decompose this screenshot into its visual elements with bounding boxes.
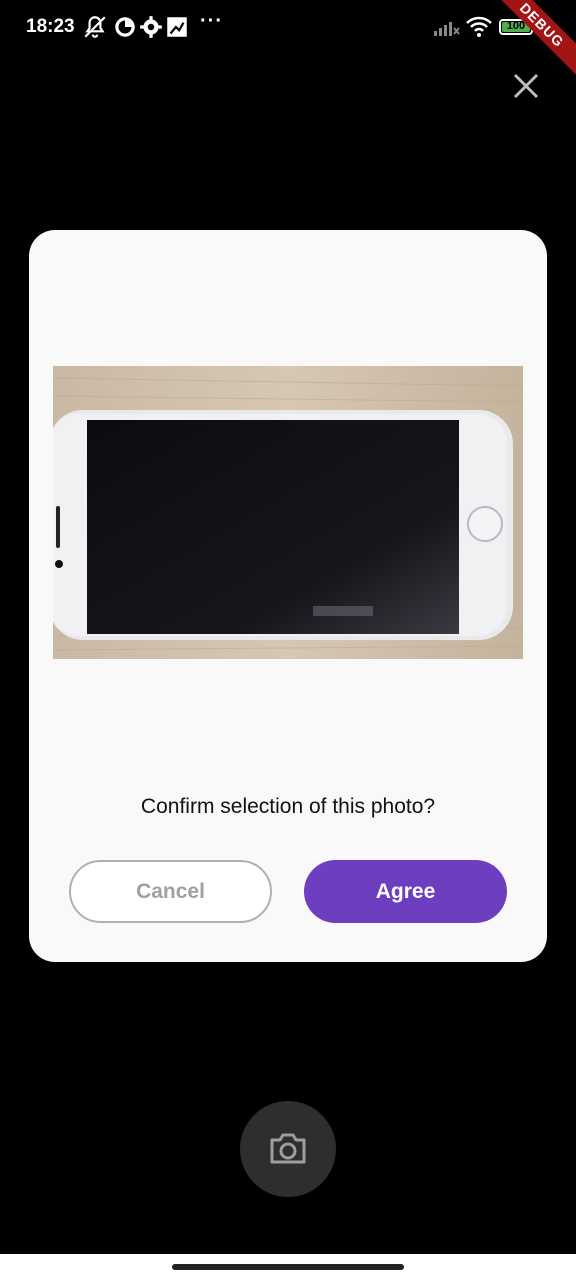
record-icon bbox=[115, 17, 135, 37]
camera-button[interactable] bbox=[240, 1101, 336, 1197]
confirm-question: Confirm selection of this photo? bbox=[140, 795, 436, 818]
cancel-button[interactable]: Cancel bbox=[69, 860, 272, 923]
signal-icon bbox=[434, 22, 460, 36]
more-notifications-icon: ··· bbox=[200, 10, 223, 32]
cast-icon bbox=[167, 17, 187, 37]
settings-icon bbox=[140, 16, 162, 38]
confirm-dialog: Confirm selection of this photo? Cancel … bbox=[29, 230, 547, 962]
status-bar: 18:23 ··· 100 bbox=[0, 0, 576, 56]
selected-photo bbox=[53, 366, 523, 659]
navigation-bar bbox=[0, 1254, 576, 1280]
agree-button[interactable]: Agree bbox=[304, 860, 507, 923]
close-icon[interactable] bbox=[508, 68, 544, 104]
camera-icon bbox=[270, 1133, 306, 1164]
status-time: 18:23 bbox=[26, 16, 75, 37]
wifi-icon bbox=[466, 16, 492, 37]
home-indicator[interactable] bbox=[172, 1264, 404, 1270]
mute-icon bbox=[84, 16, 106, 38]
